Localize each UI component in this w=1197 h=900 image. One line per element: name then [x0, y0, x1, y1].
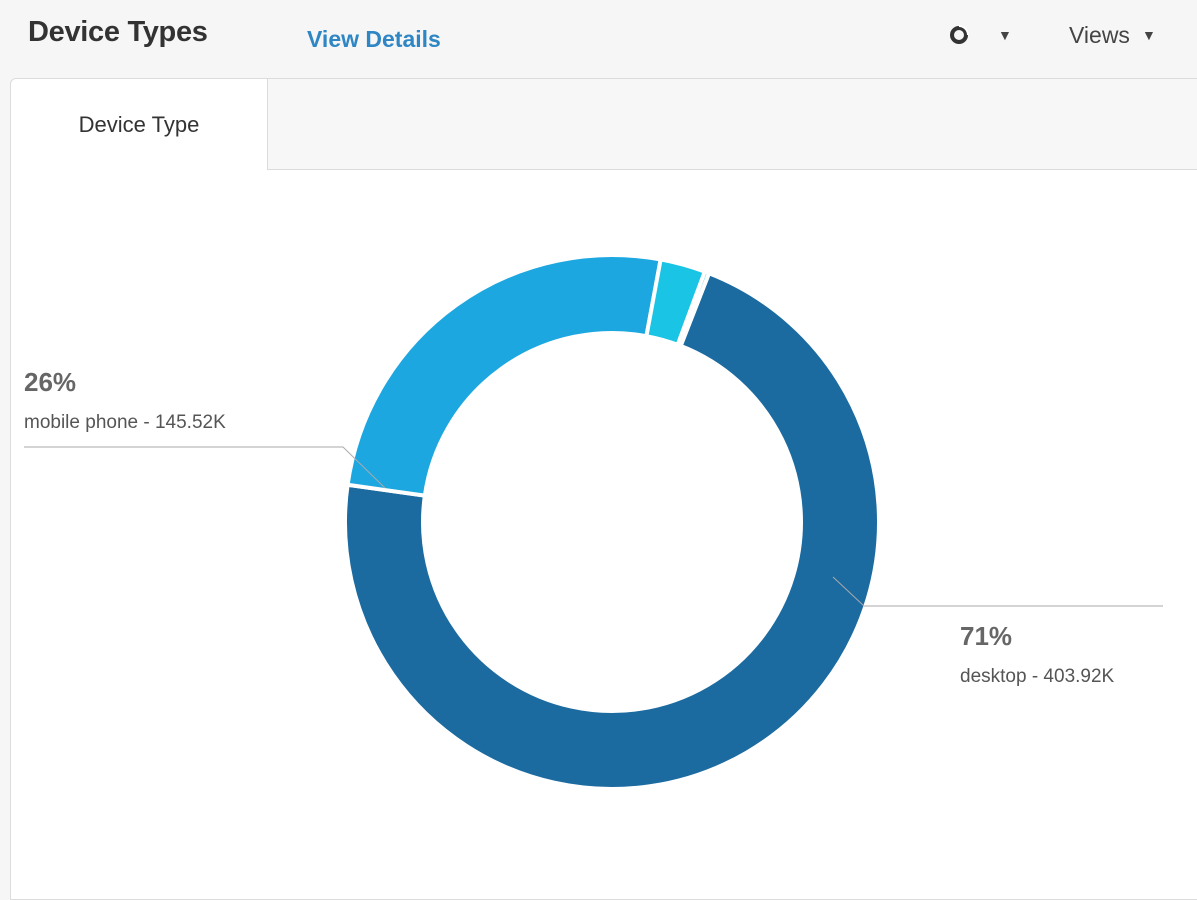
desktop-percent-label: 71% — [960, 621, 1012, 651]
mobile-phone-percent-label: 26% — [24, 367, 76, 397]
donut-chart: 26% mobile phone - 145.52K 71% desktop -… — [24, 253, 1163, 791]
mobile-phone-slice[interactable] — [345, 253, 663, 498]
desktop-leader-line — [832, 576, 1163, 607]
desktop-value-label: desktop - 403.92K — [960, 666, 1115, 687]
mobile-phone-value-label: mobile phone - 145.52K — [24, 412, 226, 433]
mobile-phone-leader-line — [24, 446, 386, 489]
